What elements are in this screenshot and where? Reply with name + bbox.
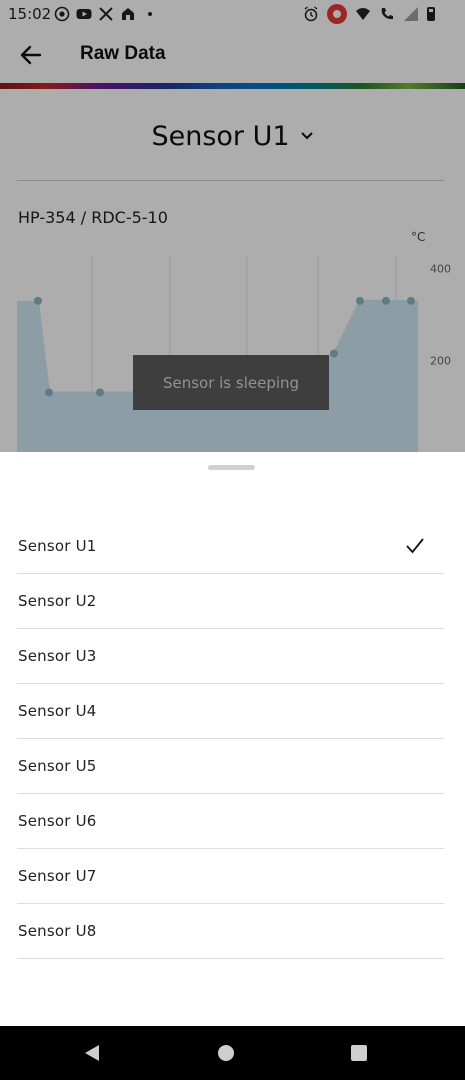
sensor-option-label: Sensor U5 (18, 757, 97, 775)
drag-handle[interactable] (208, 465, 255, 470)
sensor-picker-sheet: Sensor U1 Sensor U2 Sensor U3 Sensor U4 … (0, 452, 465, 1026)
home-circle-icon (218, 1045, 234, 1061)
recents-square-icon (351, 1045, 367, 1061)
sensor-option-label: Sensor U3 (18, 647, 97, 665)
sensor-option-u6[interactable]: Sensor U6 (17, 794, 444, 849)
sensor-option-label: Sensor U4 (18, 702, 97, 720)
sensor-option-u8[interactable]: Sensor U8 (17, 904, 444, 959)
sensor-option-label: Sensor U2 (18, 592, 97, 610)
sensor-list: Sensor U1 Sensor U2 Sensor U3 Sensor U4 … (17, 519, 444, 959)
nav-back-button[interactable] (77, 1038, 107, 1068)
sensor-option-u2[interactable]: Sensor U2 (17, 574, 444, 629)
back-triangle-icon (85, 1045, 99, 1061)
sensor-option-u5[interactable]: Sensor U5 (17, 739, 444, 794)
nav-recents-button[interactable] (344, 1038, 374, 1068)
system-nav-bar (0, 1026, 465, 1080)
checkmark-icon (402, 533, 428, 559)
raw-data-screen: 15:02 Raw Data Sensor U1 HP-354 / RDC-5-… (0, 0, 465, 452)
sensor-option-label: Sensor U7 (18, 867, 97, 885)
sensor-option-label: Sensor U1 (18, 537, 97, 555)
sensor-option-label: Sensor U6 (18, 812, 97, 830)
sensor-option-label: Sensor U8 (18, 922, 97, 940)
sensor-option-u3[interactable]: Sensor U3 (17, 629, 444, 684)
sensor-option-u7[interactable]: Sensor U7 (17, 849, 444, 904)
sensor-option-u4[interactable]: Sensor U4 (17, 684, 444, 739)
sensor-option-u1[interactable]: Sensor U1 (17, 519, 444, 574)
nav-home-button[interactable] (211, 1038, 241, 1068)
modal-scrim[interactable] (0, 0, 465, 452)
